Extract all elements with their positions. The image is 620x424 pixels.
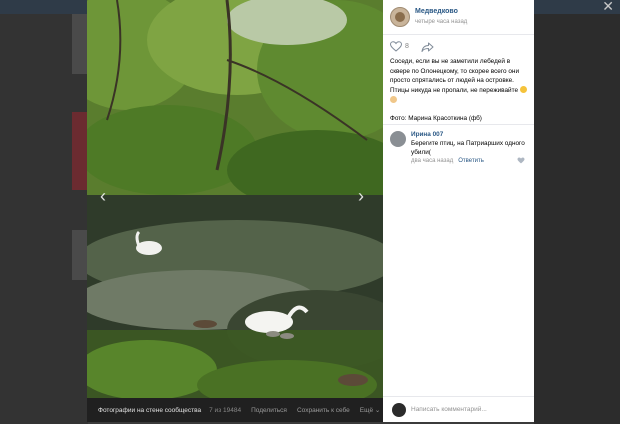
header-divider	[383, 34, 534, 35]
comment-text: Берегите птиц, на Патриарших одного убил…	[411, 140, 525, 156]
comment-author-avatar[interactable]	[390, 131, 406, 147]
emoji-thumbs-up-icon	[390, 95, 397, 103]
more-button[interactable]: Ещё ⌄	[360, 406, 381, 414]
comment-composer	[383, 396, 534, 422]
post-time[interactable]: четыре часа назад	[415, 19, 467, 25]
group-name-link[interactable]: Медведково	[415, 8, 458, 15]
background-left-column	[0, 14, 88, 424]
more-label: Ещё	[359, 407, 374, 414]
swans-photo-image	[87, 0, 383, 398]
post-header: Медведково четыре часа назад	[383, 0, 534, 35]
comment-input[interactable]	[411, 402, 523, 417]
current-user-avatar	[392, 403, 406, 417]
chevron-down-icon: ⌄	[374, 407, 381, 414]
prev-arrow-icon[interactable]: ‹	[100, 186, 106, 207]
save-photo-button[interactable]: Сохранить к себе	[297, 407, 350, 414]
like-heart-icon[interactable]	[390, 41, 402, 52]
like-count: 8	[405, 43, 409, 50]
next-arrow-icon[interactable]: ›	[358, 186, 364, 207]
post-photo-credit: Фото: Марина Красоткина (фб)	[390, 114, 482, 122]
post-panel: Медведково четыре часа назад 8 Соседи, е…	[383, 0, 534, 422]
share-photo-button[interactable]: Поделиться	[251, 407, 287, 414]
post-text-body: Соседи, если вы не заметили лебедей в ск…	[390, 58, 520, 94]
album-link[interactable]: Фотографии на стене сообщества	[98, 407, 201, 414]
reply-link[interactable]: Ответить	[458, 158, 484, 164]
background-right-column	[534, 14, 620, 424]
comment-time[interactable]: два часа назад	[411, 158, 453, 164]
post-photo[interactable]	[87, 0, 383, 398]
photo-counter: 7 из 19484	[209, 406, 242, 414]
comment-meta: два часа назад Ответить	[411, 158, 484, 164]
share-icon[interactable]	[421, 42, 434, 52]
comments-divider	[383, 124, 534, 125]
post-text: Соседи, если вы не заметили лебедей в ск…	[390, 57, 528, 132]
group-avatar[interactable]	[390, 7, 410, 27]
close-icon[interactable]: ✕	[602, 0, 614, 15]
background-card	[72, 230, 88, 280]
comment-author-link[interactable]: Ирина 007	[411, 131, 443, 138]
emoji-wink-icon	[519, 86, 527, 94]
post-actions: 8	[390, 41, 434, 52]
background-card	[72, 14, 88, 74]
comment-like-icon[interactable]	[517, 157, 525, 164]
background-card	[72, 112, 88, 190]
photo-bottom-bar: Фотографии на стене сообщества 7 из 1948…	[87, 398, 383, 422]
